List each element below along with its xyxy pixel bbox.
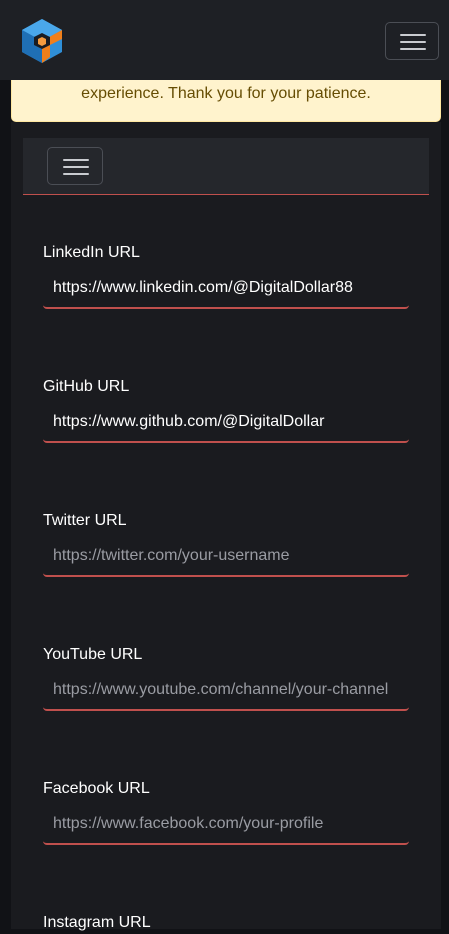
instagram-field: Instagram URL xyxy=(43,912,409,934)
hamburger-menu-icon xyxy=(400,34,426,36)
github-field: GitHub URL xyxy=(43,376,409,443)
twitter-field: Twitter URL xyxy=(43,510,409,577)
top-navbar xyxy=(0,0,449,80)
brand-logo-icon[interactable] xyxy=(20,17,64,65)
linkedin-field: LinkedIn URL xyxy=(43,242,409,309)
hamburger-menu-icon xyxy=(63,159,89,161)
youtube-field: YouTube URL xyxy=(43,644,409,711)
linkedin-label: LinkedIn URL xyxy=(43,244,140,261)
twitter-label: Twitter URL xyxy=(43,512,127,529)
notice-alert: experience. Thank you for your patience. xyxy=(11,80,441,122)
twitter-input[interactable] xyxy=(43,536,409,577)
secondary-nav-toggle-button[interactable] xyxy=(47,147,103,185)
youtube-input[interactable] xyxy=(43,670,409,711)
instagram-label: Instagram URL xyxy=(43,914,151,931)
facebook-input[interactable] xyxy=(43,804,409,845)
alert-text: experience. Thank you for your patience. xyxy=(81,85,371,102)
github-label: GitHub URL xyxy=(43,378,130,395)
navbar-toggle-button[interactable] xyxy=(385,22,439,60)
secondary-navbar xyxy=(23,138,429,195)
github-input[interactable] xyxy=(43,402,409,443)
profile-form-panel: LinkedIn URL GitHub URL Twitter URL YouT… xyxy=(11,122,441,931)
youtube-label: YouTube URL xyxy=(43,646,143,663)
facebook-field: Facebook URL xyxy=(43,778,409,845)
facebook-label: Facebook URL xyxy=(43,780,150,797)
linkedin-input[interactable] xyxy=(43,268,409,309)
